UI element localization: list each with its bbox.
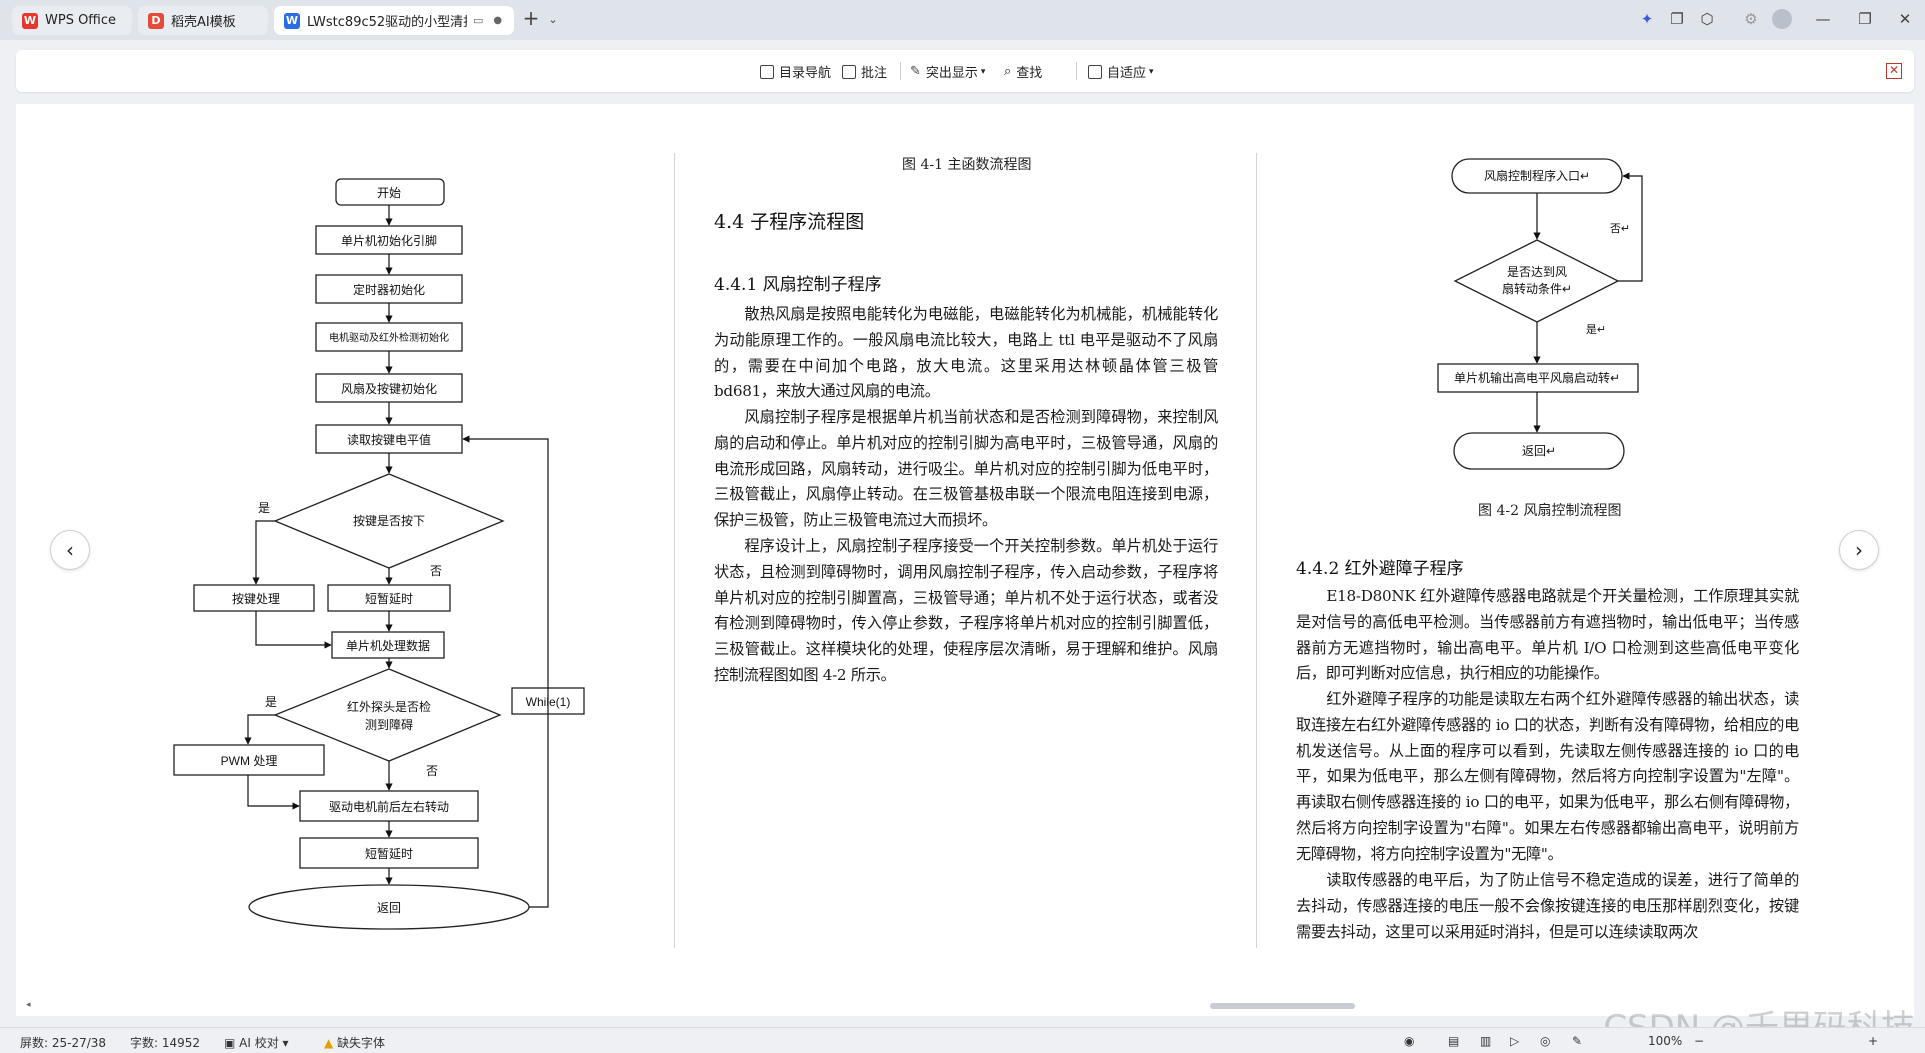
- fan-control-flowchart: 风扇控制程序入口↵ 是否达到风 扇转动条件↵ 否↵ 是↵ 单片机输出高电平风扇启…: [1437, 158, 1643, 470]
- main-flowchart: 开始 单片机初始化引脚 定时器初始化 电机驱动及红外检测初始化 风扇及按键初始化…: [173, 178, 585, 930]
- search-icon: ⌕: [1004, 64, 1012, 79]
- close-reading-mode-icon[interactable]: ✕: [1886, 63, 1902, 79]
- mcu-init-label: 单片机初始化引脚: [341, 233, 437, 248]
- condition-decision: [1453, 239, 1620, 323]
- highlight-pen-icon: ✎: [910, 64, 921, 79]
- ai-proofread-button[interactable]: ▣ AI 校对 ▾: [224, 1034, 289, 1051]
- chevron-right-icon: ›: [1855, 538, 1863, 562]
- comment-label: 批注: [861, 66, 888, 81]
- paragraph: 程序设计上，风扇控制子程序接受一个开关控制参数。单片机处于运行状态，且检测到障碍…: [714, 537, 1218, 684]
- mcu-process-label: 单片机处理数据: [346, 638, 430, 653]
- play-icon[interactable]: ▷: [1510, 1034, 1519, 1048]
- zoom-in-icon[interactable]: +: [1868, 1034, 1878, 1048]
- web-layout-icon[interactable]: ▥: [1480, 1034, 1491, 1048]
- avatar[interactable]: [1772, 9, 1792, 29]
- pwm-label: PWM 处理: [221, 754, 278, 768]
- comment-icon: [842, 64, 856, 79]
- fit-page-icon: [1088, 64, 1102, 79]
- section-heading-4-4: 4.4 子程序流程图: [714, 211, 865, 233]
- chevron-left-icon: ‹: [66, 538, 74, 562]
- zoom-out-icon[interactable]: −: [1694, 1034, 1704, 1048]
- find-label: 查找: [1016, 66, 1043, 81]
- paragraph: 散热风扇是按照电能转化为电磁能，电磁能转化为机械能，机械能转化为动能原理工作的。…: [714, 305, 1218, 401]
- fit-button[interactable]: 自适应 ▾: [1088, 62, 1154, 81]
- word-count[interactable]: 字数: 14952: [130, 1034, 200, 1051]
- no-label: 否: [426, 764, 438, 778]
- comment-button[interactable]: 批注: [842, 62, 887, 81]
- output-label: 单片机输出高电平风扇启动转↵: [1454, 370, 1620, 385]
- globe-icon[interactable]: ◎: [1540, 1034, 1550, 1048]
- short-delay2-label: 短暂延时: [365, 847, 413, 861]
- no-label: 否: [430, 564, 442, 578]
- missing-font-button[interactable]: ▲ 缺失字体: [324, 1034, 385, 1051]
- ai-assistant-icon[interactable]: ✦: [1636, 10, 1658, 28]
- condition-label-line2: 扇转动条件↵: [1502, 281, 1572, 296]
- yes-label: 是: [258, 501, 270, 515]
- yes-label: 是↵: [1586, 323, 1606, 336]
- highlight-button[interactable]: ✎ 突出显示 ▾: [910, 62, 985, 81]
- section-heading-4-4-2: 4.4.2 红外避障子程序: [1296, 559, 1464, 579]
- next-page-button[interactable]: ›: [1839, 530, 1879, 570]
- pen-icon[interactable]: ✎: [1572, 1034, 1582, 1048]
- zoom-level[interactable]: 100%: [1648, 1034, 1682, 1048]
- close-window-icon[interactable]: ✕: [1894, 10, 1916, 28]
- fit-label: 自适应: [1107, 66, 1147, 81]
- return-label: 返回↵: [1522, 444, 1556, 458]
- page-count: 屏数: 25-27/38: [20, 1036, 107, 1050]
- yes-label: 是: [265, 695, 277, 709]
- cube-icon[interactable]: ⬡: [1696, 10, 1718, 28]
- figure-caption-4-2: 图 4-2 风扇控制流程图: [1478, 503, 1622, 519]
- missing-font-label: 缺失字体: [337, 1036, 386, 1050]
- timer-init-label: 定时器初始化: [353, 282, 425, 297]
- key-pressed-label: 按键是否按下: [353, 514, 425, 528]
- fan-init-label: 风扇及按键初始化: [341, 381, 437, 396]
- ai-proofread-label: AI 校对: [239, 1036, 279, 1050]
- section-heading-4-4-1: 4.4.1 风扇控制子程序: [714, 275, 882, 295]
- motor-init-label: 电机驱动及红外检测初始化: [329, 331, 449, 344]
- window-layout-icon[interactable]: ❐: [1666, 10, 1688, 28]
- find-button[interactable]: ⌕ 查找: [1004, 62, 1042, 81]
- page-divider: [1256, 153, 1257, 948]
- horizontal-scrollbar[interactable]: [1210, 1003, 1355, 1009]
- status-bar: 屏数: 25-27/38 字数: 14952 ▣ AI 校对 ▾ ▲ 缺失字体 …: [0, 1027, 1925, 1053]
- while-label: While(1): [526, 695, 571, 709]
- ir-detect-label-line2: 测到障碍: [365, 717, 413, 732]
- paragraph: 读取传感器的电平后，为了防止信号不稳定造成的误差，进行了简单的去抖动，传感器连接…: [1296, 871, 1799, 941]
- settings-icon[interactable]: ⚙: [1740, 10, 1762, 28]
- chevron-down-icon: ▾: [278, 1036, 289, 1050]
- figure-caption-4-1: 图 4-1 主函数流程图: [902, 157, 1032, 173]
- restore-icon[interactable]: ❐: [1854, 10, 1876, 28]
- key-handle-label: 按键处理: [232, 592, 280, 606]
- ir-detect-label-line1: 红外探头是否检: [347, 699, 431, 714]
- read-key-label: 读取按键电平值: [347, 432, 431, 447]
- minimize-icon[interactable]: —: [1812, 10, 1834, 28]
- ai-proofread-icon: ▣: [224, 1036, 240, 1050]
- warning-icon: ▲: [324, 1036, 338, 1050]
- toc-label: 目录导航: [779, 66, 832, 81]
- previous-page-button[interactable]: ‹: [50, 530, 90, 570]
- eye-protection-icon[interactable]: ◉: [1404, 1034, 1414, 1048]
- start-label: 开始: [377, 186, 401, 200]
- paragraph: E18-D80NK 红外避障传感器电路就是个开关量检测，工作原理其实就是对信号的…: [1296, 587, 1799, 683]
- toc-icon: [760, 64, 774, 79]
- paragraph: 红外避障子程序的功能是读取左右两个红外避障传感器的输出状态，读取连接左右红外避障…: [1296, 690, 1799, 863]
- drive-label: 驱动电机前后左右转动: [329, 799, 449, 814]
- chevron-down-icon: ▾: [980, 66, 986, 77]
- entry-label: 风扇控制程序入口↵: [1484, 168, 1590, 183]
- no-label: 否↵: [1610, 223, 1630, 235]
- toolbar-divider: [1076, 62, 1077, 80]
- toolbar-divider: [900, 62, 901, 80]
- paragraph: 风扇控制子程序是根据单片机当前状态和是否检测到障碍物，来控制风扇的启动和停止。单…: [714, 408, 1218, 530]
- toc-nav-button[interactable]: 目录导航: [760, 62, 831, 81]
- highlight-label: 突出显示: [925, 66, 978, 81]
- condition-label-line1: 是否达到风: [1507, 265, 1567, 279]
- scroll-left-icon[interactable]: ◂: [26, 1000, 31, 1010]
- return-label: 返回: [377, 901, 401, 915]
- short-delay-label: 短暂延时: [365, 592, 413, 606]
- page-view-icon[interactable]: ▤: [1448, 1034, 1459, 1048]
- chevron-down-icon: ▾: [1149, 66, 1154, 77]
